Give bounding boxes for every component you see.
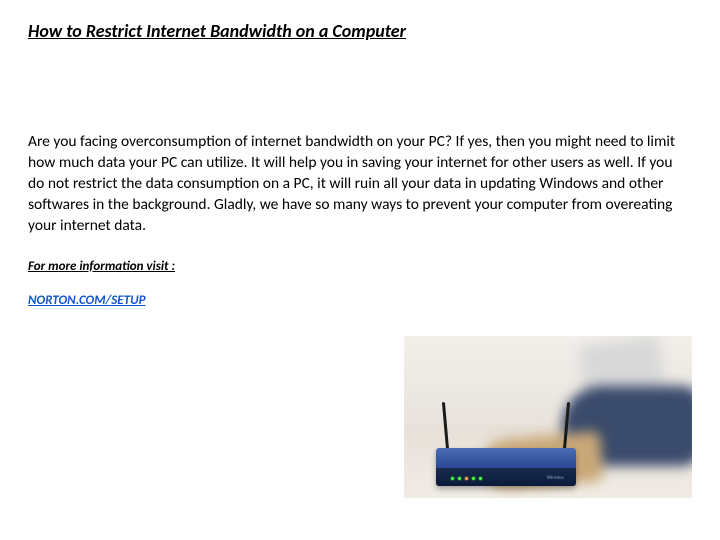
page-title: How to Restrict Internet Bandwidth on a … xyxy=(28,20,692,42)
hero-image: Wireless xyxy=(404,336,692,498)
body-paragraph: Are you facing overconsumption of intern… xyxy=(28,132,688,237)
router-icon: Wireless xyxy=(436,441,576,486)
norton-setup-link[interactable]: NORTON.COM/SETUP xyxy=(28,293,145,308)
more-info-label: For more information visit : xyxy=(28,259,692,274)
